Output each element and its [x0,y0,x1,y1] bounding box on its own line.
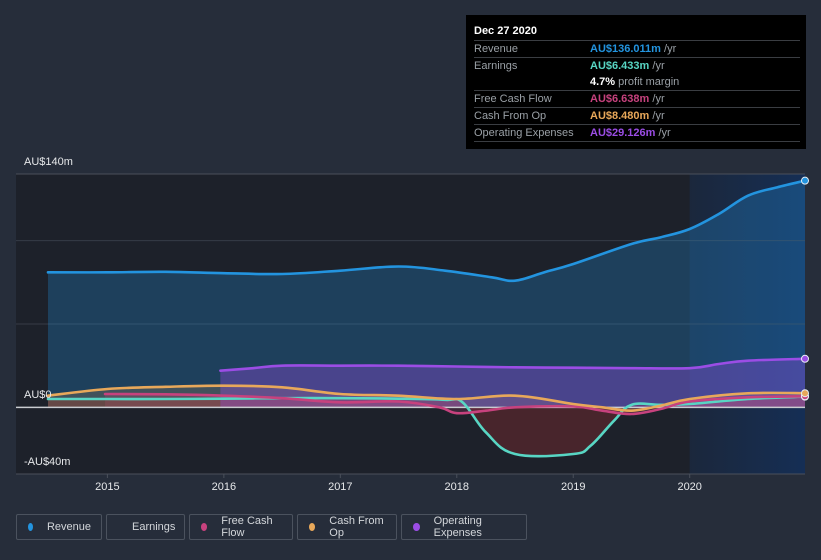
tooltip-row-free-cash-flow: Free Cash Flow AU$6.638m /yr [474,90,800,107]
legend-item-operating-expenses[interactable]: Operating Expenses [401,514,527,540]
tooltip-label: Revenue [474,43,519,55]
tooltip-row-operating-expenses: Operating Expenses AU$29.126m /yr [474,124,800,141]
legend-label: Free Cash Flow [221,515,273,539]
tooltip-divider [474,141,800,146]
y-tick-label-neg40: -AU$40m [24,456,71,468]
tooltip-value: AU$6.638m [590,93,650,105]
tooltip-unit: /yr [649,60,665,72]
tooltip-value: 4.7% [590,76,616,88]
tooltip-row-earnings: Earnings AU$6.433m /yr [474,57,800,74]
x-tick-label-2018: 2018 [444,481,470,493]
legend-label: Revenue [46,521,91,533]
tooltip-row-profit-margin: 4.7% profit margin [474,74,800,90]
y-tick-label-140: AU$140m [24,156,73,168]
tooltip-row-cash-from-op: Cash From Op AU$8.480m /yr [474,107,800,124]
tooltip-unit: /yr [649,93,665,105]
legend-item-revenue[interactable]: Revenue [16,514,102,540]
tooltip-value: AU$136.011m [590,43,661,55]
end-marker-revenue [801,176,809,185]
x-tick-label-2017: 2017 [328,481,353,493]
tooltip-date: Dec 27 2020 [474,25,537,37]
legend-dot-icon [201,523,208,531]
tooltip-unit: /yr [649,110,665,122]
tooltip-label: Free Cash Flow [474,93,552,105]
end-marker-cash-from-op [801,389,809,398]
legend-dot-icon [413,523,420,531]
tooltip: Dec 27 2020 Revenue AU$136.011m /yr Earn… [466,15,806,149]
legend-item-free-cash-flow[interactable]: Free Cash Flow [189,514,293,540]
x-tick-label-2015: 2015 [95,481,120,493]
legend-dot-icon [309,523,316,531]
legend-dot-icon [28,523,33,531]
tooltip-label: Earnings [474,60,518,72]
x-tick-label-2019: 2019 [560,481,586,493]
end-marker-operating-expenses [801,354,809,363]
tooltip-label: Cash From Op [474,110,547,122]
legend-item-earnings[interactable]: Earnings [106,514,185,540]
tooltip-value: AU$29.126m [590,127,656,139]
x-tick-label-2020: 2020 [677,481,702,493]
legend-label: Cash From Op [329,515,384,539]
tooltip-unit: /yr [660,43,677,55]
legend: Revenue Earnings Free Cash Flow Cash Fro… [16,514,527,540]
legend-label: Earnings [132,521,176,533]
tooltip-label [474,74,590,90]
x-ticks [16,473,805,478]
tooltip-unit: /yr [655,127,671,139]
tooltip-value: AU$8.480m [590,110,650,122]
tooltip-label: Operating Expenses [474,127,574,139]
tooltip-row-revenue: Revenue AU$136.011m /yr [474,40,800,57]
legend-item-cash-from-op[interactable]: Cash From Op [297,514,397,540]
x-tick-label-2016: 2016 [211,481,237,493]
y-tick-label-0: AU$0 [24,389,52,401]
tooltip-unit: profit margin [615,76,680,88]
legend-label: Operating Expenses [433,515,482,539]
tooltip-value: AU$6.433m [590,60,650,72]
